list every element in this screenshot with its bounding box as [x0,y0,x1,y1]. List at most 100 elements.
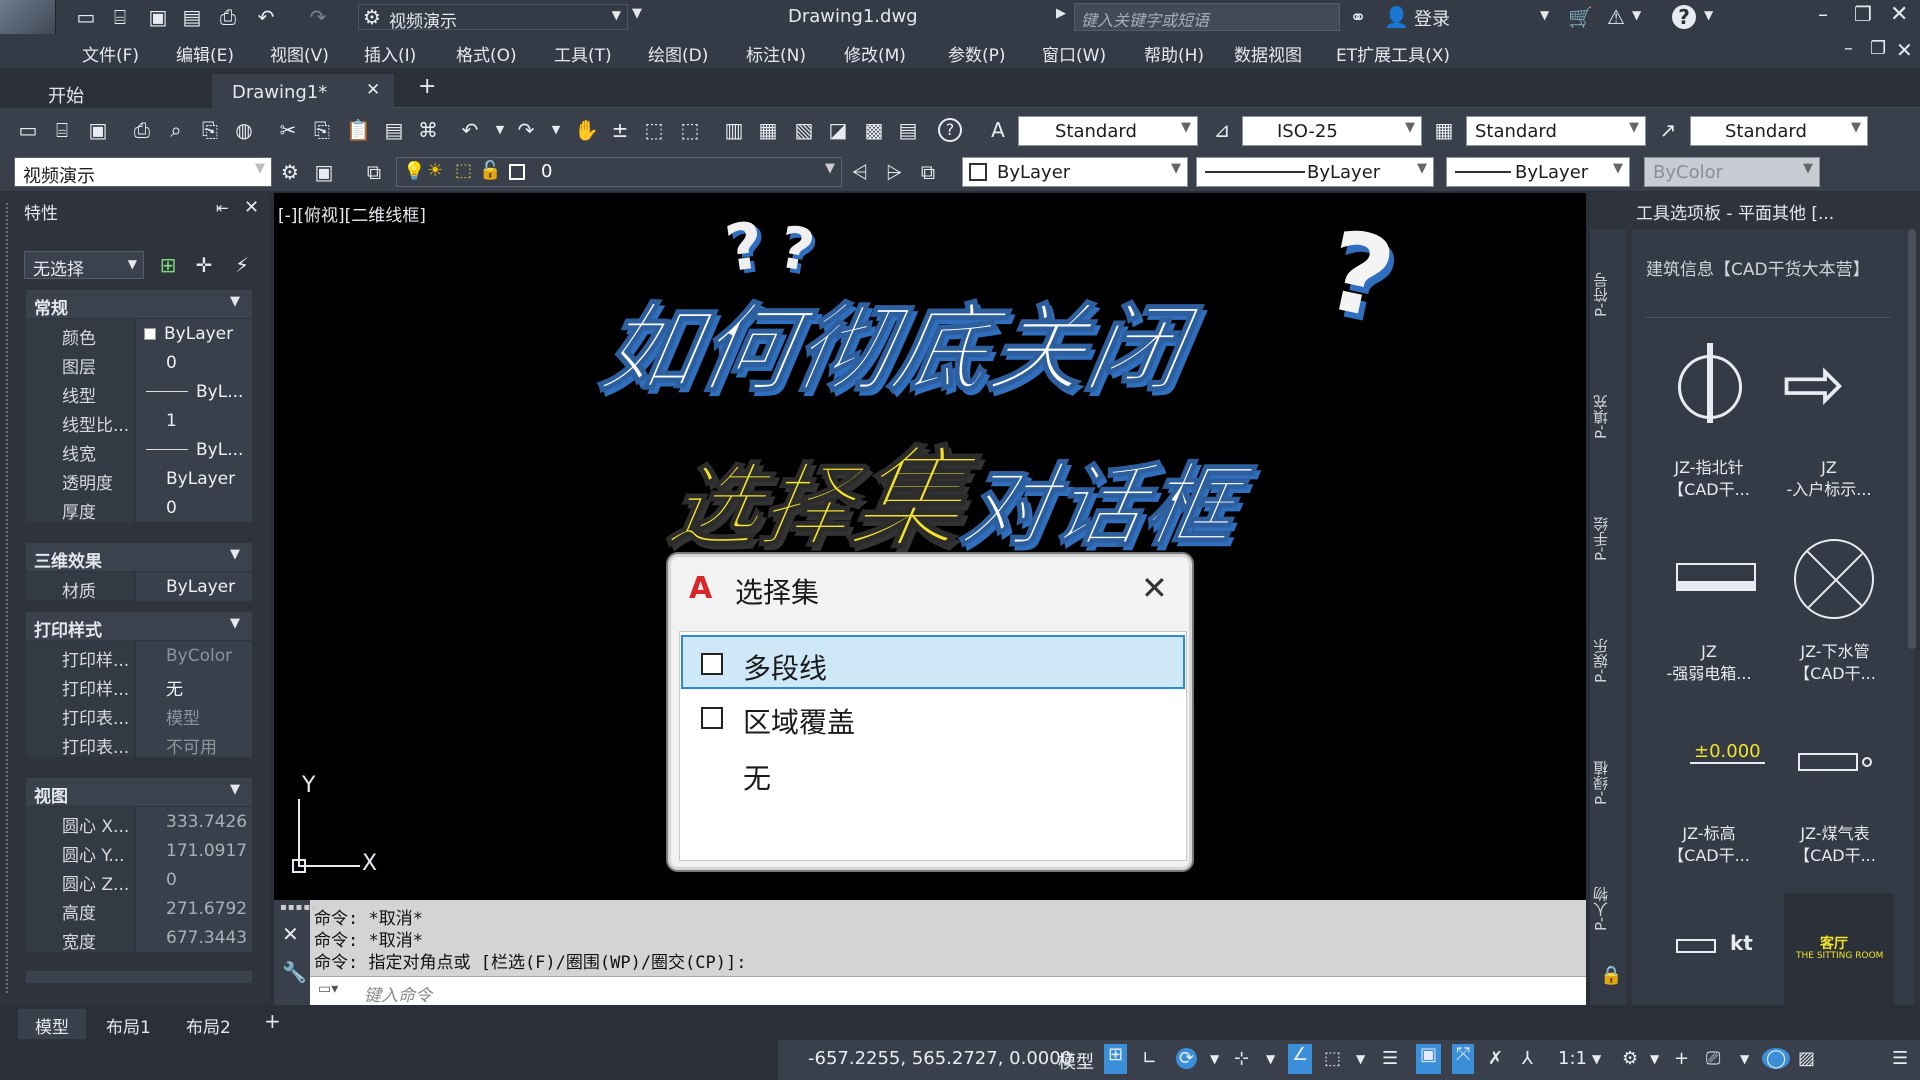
prop-row-plot-table-type[interactable]: 打印表... 不可用 [26,728,252,758]
zoom-realtime-icon[interactable]: ± [608,118,632,142]
prop-row-center-y[interactable]: 圆心 Y... 171.0917 [26,836,252,866]
new-file-icon[interactable]: ▭ [74,5,98,29]
tab-layout1[interactable]: 布局1 [106,1013,151,1038]
login-chevron-icon[interactable]: ▼ [1540,8,1549,22]
menu-format[interactable]: 格式(O) [456,41,517,66]
command-prompt-icon[interactable]: ▭▾ [318,981,338,997]
gas-meter-tool-icon[interactable] [1798,753,1858,771]
tool-palettes-icon[interactable]: ▧ [792,118,816,142]
toggle-pickadd-icon[interactable]: ⊞ [156,253,180,277]
undo-chevron-icon[interactable]: ▼ [488,118,512,142]
menu-parametric[interactable]: 参数(P) [948,41,1006,66]
help-icon[interactable]: ? [1672,5,1696,29]
lineweight-select[interactable]: ByLayer ▼ [1446,157,1630,187]
doc-minimize-icon[interactable]: – [1844,38,1853,59]
binoculars-icon[interactable]: ⚭ [1346,5,1370,29]
close-palette-icon[interactable]: ✕ [244,197,259,218]
annotation-monitor-icon[interactable]: + [1674,1048,1689,1069]
menu-edit[interactable]: 编辑(E) [176,41,234,66]
expand-arrow-icon[interactable]: ▶ [1056,6,1066,21]
lineweight-toggle-icon[interactable]: ☰ [1382,1048,1398,1069]
prop-row-center-z[interactable]: 圆心 Z... 0 [26,865,252,895]
palette-tab-hatch[interactable]: P-填充 [1590,382,1626,452]
pan-icon[interactable]: ✋ [574,118,599,142]
restore-window-icon[interactable]: ❐ [1854,2,1872,26]
grid-icon[interactable]: ⊞ [1104,1044,1128,1074]
room-name-tool[interactable]: 客厅 THE SITTING ROOM [1784,893,1894,1005]
qopen-icon[interactable]: ⌸ [50,118,74,142]
select-objects-icon[interactable]: ✛ [192,253,216,277]
viewport-controls-label[interactable]: [-][俯视][二维线框] [278,201,426,226]
prop-row-plotstyle-table[interactable]: 打印样... 无 [26,670,252,700]
design-center-icon[interactable]: ▦ [756,118,780,142]
redo-chevron-icon[interactable]: ▼ [544,118,568,142]
palette-scrollbar[interactable] [1908,229,1916,649]
selection-dropdown[interactable]: 无选择 ▼ [24,251,144,280]
cut-icon[interactable]: ✂ [276,118,300,142]
menu-insert[interactable]: 插入(I) [364,41,416,66]
qsave-icon[interactable]: ▣ [86,118,110,142]
calculator-icon[interactable]: ▤ [896,118,920,142]
palette-tab-entertainment[interactable]: P-娱乐 [1590,626,1626,696]
palette-grip[interactable] [6,203,12,993]
mleader-style-icon[interactable]: ↗ [1656,118,1680,142]
plot-preview-icon[interactable]: ⌕ [164,118,188,142]
layer-state-icon[interactable]: ⧉ [916,160,940,184]
menu-file[interactable]: 文件(F) [82,41,139,66]
layer-select[interactable]: 💡 ☀ ⬚ 🔓 0 ▼ [396,157,842,187]
section-general[interactable]: 常规 ▼ [26,290,252,319]
model-space-button[interactable]: 模型 [1058,1048,1094,1074]
workspace-selector[interactable]: 视频演示 ▼ [358,4,628,32]
close-tab-icon[interactable]: ✕ [366,80,380,100]
workspace-select[interactable]: 视频演示 ▼ [14,157,272,187]
make-current-icon[interactable]: ⩤ [848,160,872,184]
zoom-window-icon[interactable]: ⬚ [642,118,666,142]
object-snap-icon[interactable]: ⬚ [1324,1048,1341,1069]
customize-status-icon[interactable]: ☰ [1892,1048,1908,1069]
workspace-switch-icon[interactable]: ⚙ [1622,1048,1638,1069]
section-plot-style[interactable]: 打印样式 ▼ [26,612,252,641]
osnap-chevron-icon[interactable]: ▼ [1266,1052,1275,1066]
print-icon[interactable]: ⎙ [216,5,240,29]
doc-close-icon[interactable]: ✕ [1896,38,1913,62]
user-icon[interactable]: 👤 [1384,5,1409,29]
table-style-icon[interactable]: ▦ [1432,118,1456,142]
palette-tab-people[interactable]: P-人物 [1590,874,1626,944]
redo-icon[interactable]: ↷ [306,5,330,29]
annotation-visibility-icon[interactable]: ✗ [1488,1048,1503,1069]
zoom-previous-icon[interactable]: ⬚ [678,118,702,142]
transparency-icon[interactable]: ▣ [1416,1044,1442,1074]
prop-row-layer[interactable]: 图层 0 [26,348,252,378]
help-tool-icon[interactable]: ? [938,118,962,142]
dim-style-icon[interactable]: ⊿ [1210,118,1234,142]
undo-tool-icon[interactable]: ↶ [458,118,482,142]
annotation-scale[interactable]: 1:1 [1558,1048,1587,1069]
help-chevron-icon[interactable]: ▼ [1704,8,1713,22]
tab-drawing1[interactable]: Drawing1* ✕ [212,74,394,108]
connect-icon[interactable]: ⚠ [1604,5,1628,29]
prop-row-ltscale[interactable]: 线型比... 1 [26,406,252,436]
entrance-arrow-tool-icon[interactable]: ⇨ [1782,339,1846,428]
coordinates-readout[interactable]: -657.2255, 565.2727, 0.0000 [808,1048,1072,1069]
customize-command-icon[interactable]: 🔧 [282,960,307,984]
menu-modify[interactable]: 修改(M) [844,41,906,66]
tab-model[interactable]: 模型 [18,1009,86,1039]
prop-row-width[interactable]: 宽度 677.3443 [26,923,252,953]
prop-row-color[interactable]: 颜色 ByLayer [26,319,252,349]
linetype-select[interactable]: ByLayer ▼ [1196,157,1434,187]
layer-previous-icon[interactable]: ⩥ [882,160,906,184]
palette-lock-icon[interactable]: 🔒 [1600,965,1622,986]
palette-tab-symbols[interactable]: P-符号 [1590,260,1626,330]
section-3d-effects[interactable]: 三维效果 ▼ [26,543,252,572]
quick-select-icon[interactable]: ⚡ [230,253,254,277]
menu-view[interactable]: 视图(V) [270,41,329,66]
workspace-settings-icon[interactable]: ⚙ [278,160,302,184]
menu-window[interactable]: 窗口(W) [1042,41,1106,66]
elevation-mark-tool[interactable]: ±0.000 [1690,741,1765,764]
prop-row-linetype[interactable]: 线型 ByL... [26,377,252,407]
add-layout-button[interactable]: + [264,1009,281,1033]
properties-icon[interactable]: ▥ [722,118,746,142]
palette-scroll-stub[interactable] [26,971,252,983]
3d-dwf-icon[interactable]: ◍ [232,118,256,142]
osnap-tracking-icon[interactable]: ⊹ [1234,1048,1249,1069]
